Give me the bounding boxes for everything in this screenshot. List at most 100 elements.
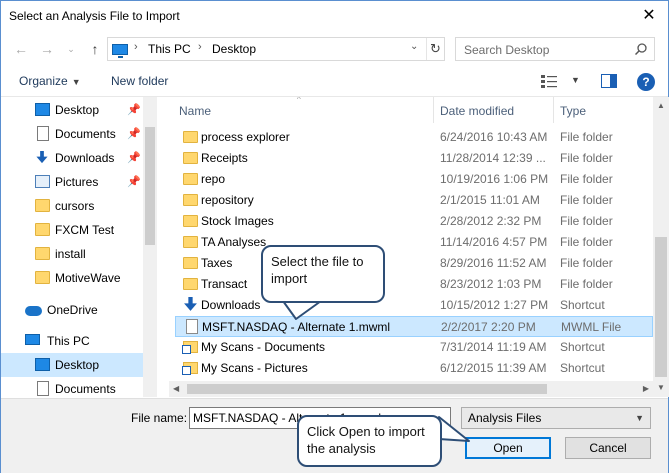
nav-pane-scrollbar[interactable] (143, 97, 157, 397)
file-name: My Scans - Documents (201, 340, 326, 354)
nav-item-documents-quick[interactable]: Documents 📌 (1, 122, 143, 146)
list-item[interactable]: My Scans - Pictures 6/12/2015 11:39 AM S… (175, 358, 653, 379)
onedrive-icon (25, 306, 42, 316)
nav-pane-scroll-thumb[interactable] (145, 127, 155, 245)
nav-item-motivewave[interactable]: MotiveWave (1, 266, 143, 290)
pin-icon[interactable]: 📌 (127, 151, 141, 164)
list-item[interactable]: Transact 8/23/2012 1:03 PM File folder (175, 274, 653, 295)
column-divider[interactable] (553, 97, 554, 123)
list-item[interactable]: process explorer 6/24/2016 10:43 AM File… (175, 127, 653, 148)
close-button[interactable]: ✕ (634, 3, 664, 29)
file-type: File folder (560, 214, 613, 228)
folder-icon (183, 278, 198, 290)
scroll-right-arrow-icon[interactable]: ▶ (643, 384, 649, 393)
list-item[interactable]: Taxes 8/29/2016 11:52 AM File folder (175, 253, 653, 274)
file-list-scrollbar[interactable]: ▲ ▼ (653, 97, 669, 397)
list-item[interactable]: repo 10/19/2016 1:06 PM File folder (175, 169, 653, 190)
search-placeholder: Search Desktop (464, 43, 550, 57)
column-header-type[interactable]: Type (560, 104, 586, 118)
folder-icon (183, 194, 198, 206)
list-item[interactable]: TA Analyses 11/14/2016 4:57 PM File fold… (175, 232, 653, 253)
open-button[interactable]: Open (465, 437, 551, 459)
file-type: File folder (560, 256, 613, 270)
file-list-header: ^ Name Date modified Type (169, 97, 653, 123)
list-item[interactable]: My Scans - Documents 7/31/2014 11:19 AM … (175, 337, 653, 358)
organize-label: Organize (19, 74, 68, 88)
pin-icon[interactable]: 📌 (127, 127, 141, 140)
file-name-label: File name: (131, 411, 188, 425)
file-date: 2/28/2012 2:32 PM (440, 214, 542, 228)
desktop-icon (35, 103, 50, 116)
help-icon[interactable]: ? (637, 73, 655, 91)
nav-item-cursors[interactable]: cursors (1, 194, 143, 218)
file-date: 6/12/2015 11:39 AM (440, 361, 547, 375)
nav-item-documents[interactable]: Documents (1, 377, 143, 397)
refresh-icon[interactable]: ↻ (426, 38, 444, 60)
list-item[interactable]: Receipts 11/28/2014 12:39 ... File folde… (175, 148, 653, 169)
nav-item-pictures-quick[interactable]: Pictures 📌 (1, 170, 143, 194)
nav-item-this-pc[interactable]: This PC (1, 329, 143, 353)
nav-item-label: Pictures (55, 175, 99, 189)
new-folder-button[interactable]: New folder (111, 74, 168, 88)
nav-item-onedrive[interactable]: OneDrive (1, 298, 143, 322)
file-name: repo (201, 172, 226, 186)
column-header-name[interactable]: Name (179, 104, 211, 118)
view-options-chevron-icon[interactable]: ▼ (571, 75, 580, 85)
cancel-button[interactable]: Cancel (565, 437, 651, 459)
window-title: Select an Analysis File to Import (9, 9, 180, 23)
breadcrumb-separator-icon[interactable]: › (198, 41, 202, 53)
list-item[interactable]: Downloads 10/15/2012 1:27 PM Shortcut (175, 295, 653, 316)
callout-select-file: Select the file to import (261, 245, 385, 303)
address-bar[interactable]: › This PC › Desktop ⌄ ↻ (107, 37, 445, 61)
scroll-up-arrow-icon[interactable]: ▲ (657, 101, 665, 110)
breadcrumb-this-pc[interactable]: This PC (148, 42, 191, 56)
chevron-down-icon: ▼ (635, 413, 644, 423)
file-type: File folder (560, 130, 613, 144)
nav-item-label: MotiveWave (55, 271, 121, 285)
sort-chevron-up-icon: ^ (297, 97, 301, 104)
file-list-scroll-thumb[interactable] (655, 237, 667, 377)
organize-button[interactable]: Organize ▼ (19, 74, 81, 88)
recent-locations-chevron-icon[interactable]: ⌄ (61, 39, 81, 59)
folder-icon (35, 223, 50, 236)
pictures-icon (35, 175, 50, 188)
file-type: File folder (560, 235, 613, 249)
column-divider[interactable] (433, 97, 434, 123)
horizontal-scroll-thumb[interactable] (187, 384, 547, 394)
file-type: Shortcut (560, 361, 605, 375)
nav-item-install[interactable]: install (1, 242, 143, 266)
address-row: ← → ⌄ ↑ › This PC › Desktop ⌄ ↻ Search D… (1, 35, 668, 63)
forward-arrow-icon[interactable]: → (37, 39, 57, 59)
nav-item-desktop-quick[interactable]: Desktop 📌 (1, 98, 143, 122)
search-icon (634, 43, 647, 56)
pin-icon[interactable]: 📌 (127, 103, 141, 116)
file-name: Transact (201, 277, 248, 291)
list-item[interactable]: repository 2/1/2015 11:01 AM File folder (175, 190, 653, 211)
pin-icon[interactable]: 📌 (127, 175, 141, 188)
column-header-date-modified[interactable]: Date modified (440, 104, 514, 118)
list-item[interactable]: Stock Images 2/28/2012 2:32 PM File fold… (175, 211, 653, 232)
nav-item-fxcm-test[interactable]: FXCM Test (1, 218, 143, 242)
preview-pane-icon[interactable] (601, 74, 617, 88)
nav-item-downloads-quick[interactable]: Downloads 📌 (1, 146, 143, 170)
search-input[interactable]: Search Desktop (455, 37, 655, 61)
scroll-left-arrow-icon[interactable]: ◀ (173, 384, 179, 393)
scroll-down-arrow-icon[interactable]: ▼ (657, 383, 665, 392)
breadcrumb-desktop[interactable]: Desktop (212, 42, 256, 56)
address-dropdown-chevron-icon[interactable]: ⌄ (410, 41, 418, 52)
file-date: 11/14/2016 4:57 PM (440, 235, 548, 249)
file-name: Downloads (201, 298, 261, 312)
back-arrow-icon[interactable]: ← (11, 39, 31, 59)
up-arrow-icon[interactable]: ↑ (85, 39, 105, 59)
horizontal-scrollbar[interactable]: ◀ ▶ (169, 381, 653, 397)
file-list: ^ Name Date modified Type process explor… (169, 97, 669, 397)
breadcrumb-separator-icon[interactable]: › (134, 41, 138, 53)
file-name: TA Analyses (201, 235, 267, 249)
list-item-selected[interactable]: MSFT.NASDAQ - Alternate 1.mwml 2/2/2017 … (175, 316, 653, 337)
file-date: 6/24/2016 10:43 AM (440, 130, 548, 144)
downloads-shortcut-icon (184, 297, 197, 311)
file-type-select[interactable]: Analysis Files ▼ (461, 407, 651, 429)
shortcut-icon (182, 362, 198, 375)
nav-item-desktop[interactable]: Desktop (1, 353, 143, 377)
change-view-icon[interactable] (541, 74, 557, 88)
